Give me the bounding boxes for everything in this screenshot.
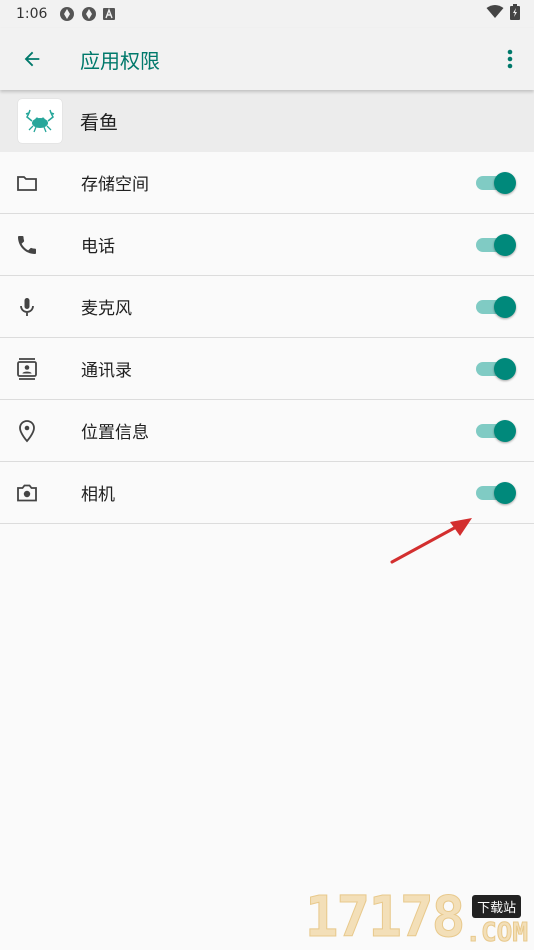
crab-app-icon	[18, 99, 62, 143]
a-badge-icon	[103, 8, 116, 20]
location-icon	[14, 418, 40, 444]
permission-row-storage[interactable]: 存储空间	[0, 152, 534, 214]
site-watermark: 17178 下载站 .COM	[304, 885, 529, 950]
watermark-number: 17178	[304, 885, 466, 950]
permission-label: 相机	[81, 485, 115, 505]
permission-toggle[interactable]	[474, 171, 516, 195]
battery-icon	[510, 4, 520, 24]
permission-toggle[interactable]	[474, 481, 516, 505]
app-notification-icon	[59, 6, 75, 22]
app-bar: 应用权限	[0, 28, 534, 90]
permission-row-location[interactable]: 位置信息	[0, 400, 534, 462]
permission-label: 位置信息	[81, 423, 149, 443]
app-notification-icon	[81, 6, 97, 22]
status-bar: 1:06	[0, 0, 534, 28]
permission-label: 存储空间	[81, 175, 149, 195]
app-header: 看鱼	[0, 90, 534, 152]
app-name: 看鱼	[80, 111, 119, 134]
annotation-arrow-icon	[390, 518, 472, 564]
more-vert-icon[interactable]	[500, 45, 520, 73]
watermark-suffix: .COM	[465, 918, 529, 948]
permission-toggle[interactable]	[474, 295, 516, 319]
permission-list: 存储空间 电话 麦克风 通讯录 位置信息 相机	[0, 152, 534, 524]
permission-toggle[interactable]	[474, 419, 516, 443]
permission-toggle[interactable]	[474, 357, 516, 381]
contacts-icon	[14, 356, 40, 382]
arrow-back-icon[interactable]	[18, 45, 46, 73]
permission-label: 麦克风	[81, 299, 132, 319]
status-time: 1:06	[16, 6, 48, 22]
camera-icon	[14, 480, 40, 506]
mic-icon	[14, 294, 40, 320]
wifi-icon	[486, 5, 504, 23]
permission-label: 通讯录	[81, 361, 132, 381]
watermark-tag: 下载站	[472, 895, 522, 918]
permission-label: 电话	[81, 237, 115, 257]
permission-row-contacts[interactable]: 通讯录	[0, 338, 534, 400]
permission-row-phone[interactable]: 电话	[0, 214, 534, 276]
page-title: 应用权限	[80, 48, 160, 73]
phone-icon	[14, 232, 40, 258]
permission-row-microphone[interactable]: 麦克风	[0, 276, 534, 338]
folder-icon	[14, 170, 40, 196]
permission-toggle[interactable]	[474, 233, 516, 257]
